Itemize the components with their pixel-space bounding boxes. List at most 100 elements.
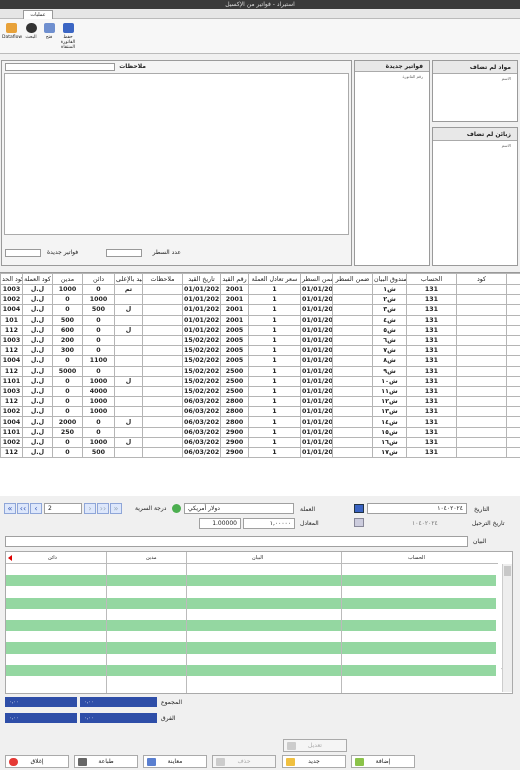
table-cell-code (456, 355, 507, 367)
ledger-row[interactable] (6, 597, 498, 609)
table-row[interactable]: 1101ل.ل01000ل 15/02/20212500101/01/2021 ش١… (0, 375, 520, 387)
modify-button[interactable]: تعديل (283, 739, 347, 752)
ledger-row[interactable] (6, 620, 498, 632)
ledger-col-account[interactable]: الحساب (408, 555, 425, 561)
table-row[interactable]: 1004ل.ل20000ل 06/03/20212800101/01/2021 ش١… (0, 416, 520, 428)
ledger-row[interactable] (6, 575, 498, 587)
col-debit[interactable]: مدين (52, 273, 83, 285)
ledger-row[interactable] (6, 586, 498, 598)
ledger-col-credit[interactable]: دائن (48, 555, 57, 561)
table-cell-cur: ل.ل (22, 334, 53, 347)
date-field[interactable]: ١٠٤٠٢٠٢٤ (367, 503, 467, 514)
table-cell-cr: 1000 (82, 436, 115, 449)
table-row[interactable]: 1002ل.ل0100001/01/20212001101/01/2021ش٢1… (0, 294, 520, 306)
table-cell-st: ش١٤ (372, 416, 407, 428)
col-line[interactable]: ضمن السطر (332, 273, 373, 285)
ledger-row[interactable] (6, 631, 498, 643)
table-row[interactable]: 1002ل.ل01000ل 06/03/20212900101/01/2021 ش١… (0, 436, 520, 449)
currency-select[interactable]: دولار أمريكي (184, 503, 294, 514)
table-row[interactable]: 1003ل.ل2000 15/02/20212005101/01/2021 ش٦13… (0, 334, 520, 347)
next-fast-button[interactable]: ›› (97, 503, 109, 514)
table-row[interactable]: 112ل.ل0500 06/03/20212900101/01/2021 ش١٧13… (0, 446, 520, 459)
col-entry-date[interactable]: تاريخ القيد (182, 273, 221, 285)
import-grid[interactable]: كود الحد كود العملة مدين دائن القيد بالإ… (0, 272, 520, 496)
table-row[interactable]: 112ل.ل01000 06/03/20212800101/01/2021 ش١٢1… (0, 396, 520, 408)
table-cell-cc: 1003 (0, 385, 23, 398)
table-cell-st: ش١٥ (372, 426, 407, 438)
dataflow-button[interactable]: Dataflow (2, 23, 23, 51)
table-row[interactable]: 112ل.ل6000ل01/01/20212005101/01/2021ش٥13… (0, 324, 520, 336)
notes-input[interactable] (5, 63, 115, 71)
page-number-input[interactable]: 2 (44, 503, 82, 514)
equiv-value-field-2[interactable]: ١,٠٠٠٠٠ (243, 518, 295, 529)
table-cell-cc: 1101 (0, 375, 23, 387)
ledger-scrollbar[interactable] (502, 564, 512, 692)
dataflow-label: Dataflow (2, 35, 23, 40)
table-cell-st: ش٧ (372, 345, 407, 357)
close-button[interactable]: إغلاق (5, 755, 69, 768)
table-row[interactable]: 101ل.ل500001/01/20212001101/01/2021ش٤131 (0, 314, 520, 326)
col-account[interactable]: الحساب (406, 273, 457, 285)
table-cell-x (506, 416, 520, 428)
ledger-col-statement[interactable]: البيان (252, 555, 263, 561)
next-button[interactable]: › (84, 503, 96, 514)
notes-area[interactable] (4, 73, 349, 235)
table-cell-acc: 131 (406, 304, 457, 316)
table-row[interactable]: 112ل.ل50000 15/02/20212500101/01/2021 ش٩13… (0, 365, 520, 377)
table-cell-x (506, 314, 520, 326)
table-row[interactable]: 112ل.ل3000 15/02/20212005101/01/2021 ش٧131 (0, 345, 520, 357)
col-top[interactable]: القيد بالإعلى (114, 273, 143, 285)
open-button[interactable]: فتح (40, 23, 58, 51)
table-row[interactable]: 1002ل.ل01000 06/03/20212800101/01/2021 ش١٣… (0, 406, 520, 418)
last-page-button[interactable]: » (110, 503, 122, 514)
prev-fast-button[interactable]: ‹‹ (17, 503, 29, 514)
table-cell-rate: 1 (248, 436, 301, 449)
table-cell-line (332, 416, 373, 428)
search-label: البحث (25, 35, 37, 40)
save-invoice-button[interactable]: حفظ الفاتورة المنتقاة (58, 23, 78, 51)
table-cell-cc: 112 (0, 446, 23, 459)
col-currency[interactable]: كود العملة (22, 273, 53, 285)
preview-button[interactable]: معاينة (143, 755, 207, 768)
table-cell-date: 01/01/2021 (300, 385, 333, 398)
calendar-icon[interactable] (354, 504, 364, 513)
col-rate[interactable]: سعر تعادل العملة (248, 273, 301, 285)
col-statement[interactable]: الصندوق البيان (372, 273, 407, 285)
col-notes[interactable]: ملاحظات (142, 273, 183, 285)
col-date-line[interactable]: تاريخ ضمن السطر (300, 273, 333, 285)
ledger-row[interactable] (6, 653, 498, 665)
new-button[interactable]: جديد (282, 755, 346, 768)
table-cell-notes (142, 334, 183, 347)
statement-input[interactable] (5, 536, 468, 547)
delete-button[interactable]: حذف (212, 755, 276, 768)
calendar-icon-2[interactable] (354, 518, 364, 527)
table-row[interactable]: 1003ل.ل10000تم01/01/20212001101/01/2021ش… (0, 283, 520, 296)
col-credit[interactable]: دائن (82, 273, 115, 285)
col-entry-no[interactable]: رقم القيد (220, 273, 249, 285)
tab-operations[interactable]: عمليات (23, 10, 53, 19)
table-cell-edate: 06/03/2021 (182, 396, 221, 408)
ledger-row[interactable] (6, 608, 498, 620)
equiv-value-field[interactable]: 1.00000 (199, 518, 241, 529)
ledger-col-debit[interactable]: مدين (146, 555, 157, 561)
ledger-row[interactable] (6, 642, 498, 654)
table-row[interactable]: 1003ل.ل04000 15/02/20212500101/01/2021 ش١١… (0, 385, 520, 398)
table-row[interactable]: 1004ل.ل0500ل01/01/20212001101/01/2021ش٣1… (0, 304, 520, 316)
search-button[interactable]: البحث (22, 23, 40, 51)
table-row[interactable]: 1004ل.ل01100 15/02/20212005101/01/2021 ش٨1… (0, 355, 520, 367)
prev-button[interactable]: ‹ (30, 503, 42, 514)
first-page-button[interactable]: « (4, 503, 16, 514)
col-acc-code[interactable]: كود (456, 273, 507, 285)
ledger-row[interactable] (6, 664, 498, 676)
table-cell-rate: 1 (248, 324, 301, 336)
ledger-row[interactable] (6, 564, 498, 576)
table-row[interactable]: 1101ل.ل2500 06/03/20212900101/01/2021 ش١٥1… (0, 426, 520, 438)
table-cell-cc: 112 (0, 365, 23, 377)
table-cell-no: 2900 (220, 436, 249, 449)
ledger-grid[interactable]: دائن مدين البيان الحساب ١٢٣٤٥٦٧٨٩١٠ (5, 551, 513, 694)
print-button[interactable]: طباعة (74, 755, 138, 768)
missing-items-panel: مواد لم تضاف الاسم (432, 60, 518, 122)
add-button[interactable]: إضافة (351, 755, 415, 768)
scroll-thumb[interactable] (504, 566, 511, 576)
col-cc[interactable]: كود الحد (0, 273, 23, 285)
